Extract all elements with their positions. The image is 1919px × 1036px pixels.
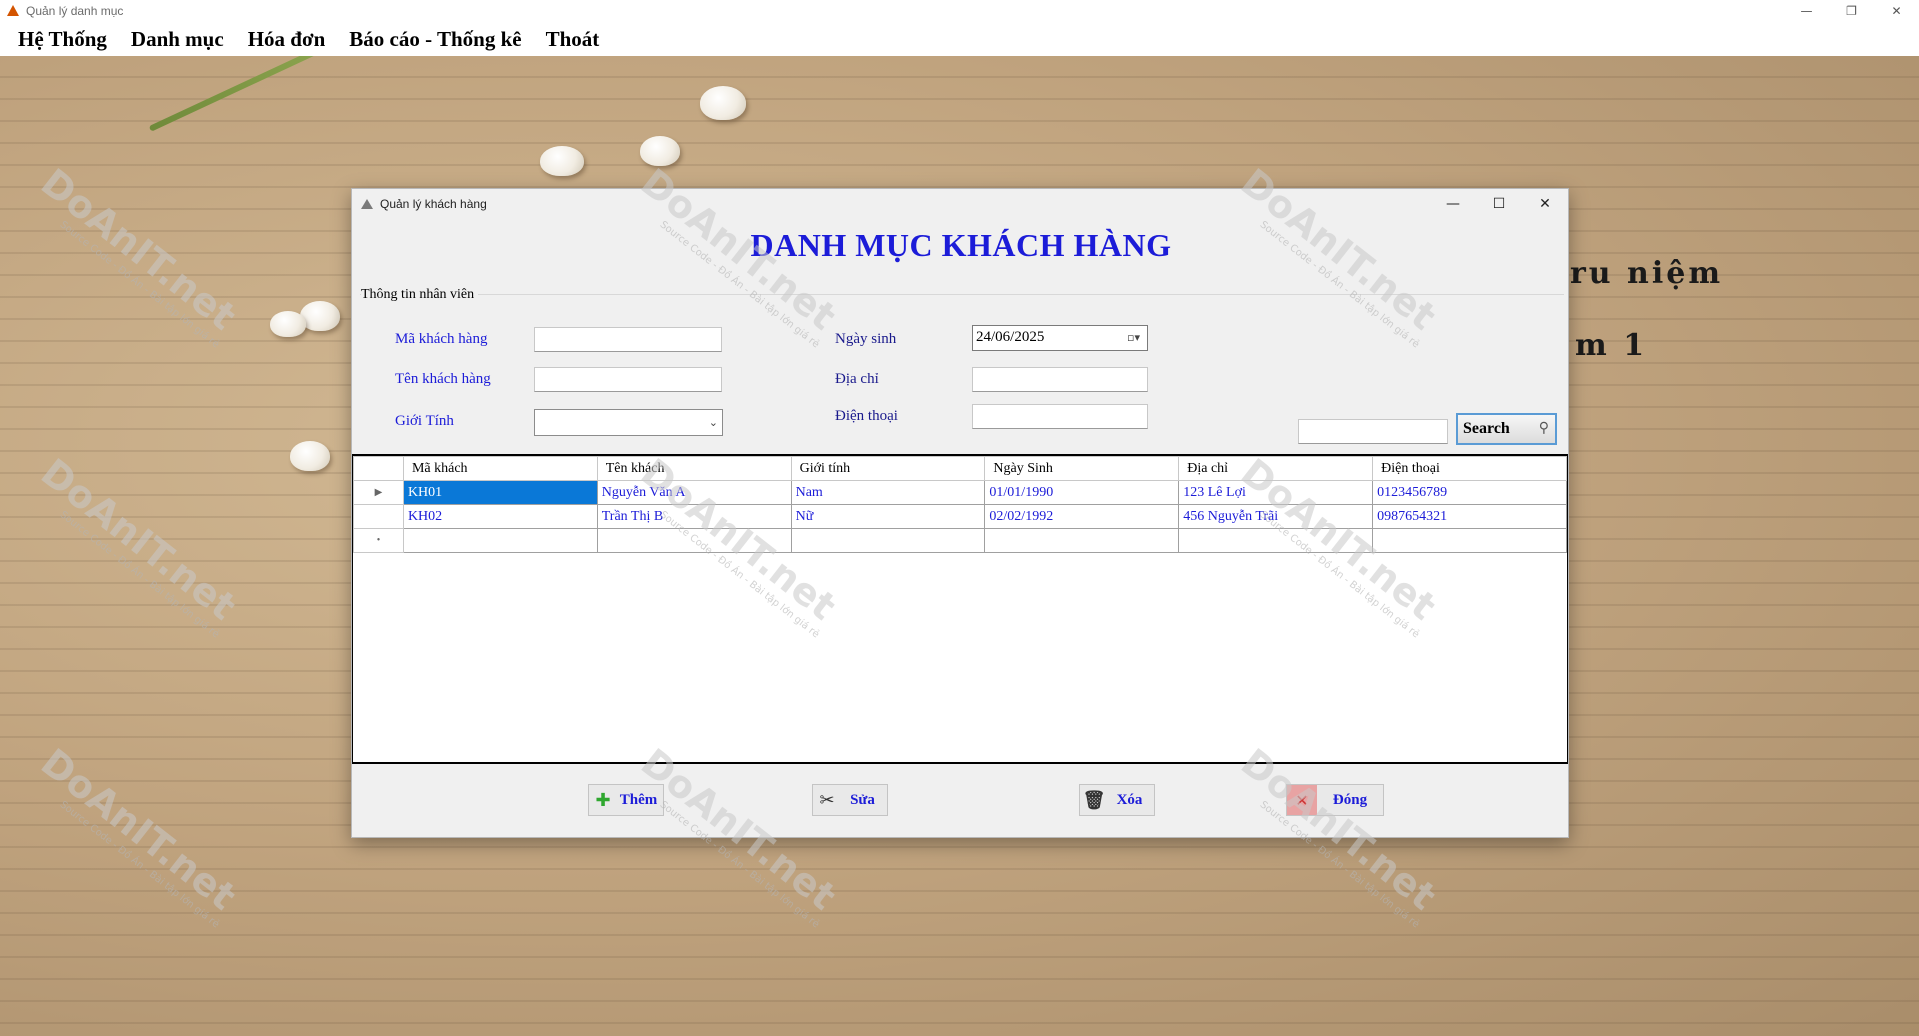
row-header[interactable] — [353, 504, 404, 529]
edit-button-label: Sửa — [850, 791, 875, 808]
minimize-icon[interactable]: — — [1430, 189, 1476, 219]
flower — [290, 441, 330, 471]
customer-grid[interactable]: Mã khách Tên khách Giới tính Ngày Sinh Đ… — [352, 454, 1568, 764]
table-cell[interactable]: KH02 — [402, 504, 598, 529]
table-cell[interactable] — [596, 528, 792, 553]
column-header[interactable]: Địa chỉ — [1178, 456, 1374, 481]
table-cell[interactable] — [1178, 528, 1374, 553]
close-x-icon: ✕ — [1287, 785, 1317, 815]
menu-hoa-don[interactable]: Hóa đơn — [236, 27, 338, 52]
table-cell[interactable]: Nguyễn Văn A — [596, 480, 792, 505]
row-header-corner — [353, 456, 404, 481]
close-button-label: Đóng — [1332, 791, 1368, 808]
column-header[interactable]: Mã khách — [402, 456, 598, 481]
delete-button[interactable]: 🗑 Xóa — [1079, 784, 1155, 816]
table-cell[interactable]: Nam — [790, 480, 986, 505]
group-title: Thông tin nhân viên — [361, 287, 479, 303]
flower — [540, 146, 584, 176]
edit-button[interactable]: ✂ Sửa — [812, 784, 888, 816]
table-cell[interactable]: 456 Nguyễn Trãi — [1178, 504, 1374, 529]
table-cell[interactable] — [790, 528, 986, 553]
table-cell[interactable]: 01/01/1990 — [984, 480, 1180, 505]
flower — [270, 311, 306, 337]
column-header[interactable]: Tên khách — [596, 456, 792, 481]
dialog-window-controls: — ☐ ✕ — [1430, 189, 1568, 219]
chevron-down-icon: ⌄ — [708, 416, 718, 429]
table-cell[interactable] — [402, 528, 598, 553]
trash-icon: 🗑 — [1082, 789, 1106, 811]
dien-thoai-field[interactable] — [972, 404, 1148, 429]
dialog-title: Quản lý khách hàng — [380, 197, 487, 211]
plus-icon: ✚ — [595, 789, 611, 811]
ten-kh-label: Tên khách hàng — [395, 371, 491, 387]
table-cell[interactable]: 02/02/1992 — [984, 504, 1180, 529]
minimize-icon[interactable]: — — [1784, 0, 1829, 22]
maximize-icon[interactable]: ☐ — [1476, 189, 1522, 219]
ngay-sinh-value: 24/06/2025 — [976, 329, 1045, 345]
tools-icon: ✂ — [819, 789, 835, 811]
app-title: Quản lý danh mục — [26, 4, 124, 18]
dia-chi-label: Địa chỉ — [835, 371, 879, 387]
table-cell[interactable] — [1372, 528, 1567, 553]
table-cell[interactable]: 0123456789 — [1372, 480, 1567, 505]
table-row[interactable]: ▶ KH01 Nguyễn Văn A Nam 01/01/1990 123 L… — [353, 480, 1567, 505]
add-button[interactable]: ✚ Thêm — [588, 784, 664, 816]
column-header[interactable]: Giới tính — [790, 456, 986, 481]
customer-table: Mã khách Tên khách Giới tính Ngày Sinh Đ… — [353, 456, 1567, 553]
menu-bao-cao[interactable]: Báo cáo - Thống kê — [337, 27, 533, 52]
flower — [700, 86, 746, 120]
close-icon[interactable]: ✕ — [1522, 189, 1568, 219]
column-header[interactable]: Điện thoại — [1372, 456, 1567, 481]
table-cell[interactable]: Nữ — [790, 504, 986, 529]
gioi-tinh-label: Giới Tính — [395, 413, 454, 429]
search-icon: ⚲ — [1538, 420, 1549, 436]
dia-chi-field[interactable] — [972, 367, 1148, 392]
gioi-tinh-select[interactable]: ⌄ — [534, 409, 723, 436]
menu-danh-muc[interactable]: Danh mục — [119, 27, 236, 52]
table-cell[interactable]: 123 Lê Lợi — [1178, 480, 1374, 505]
background-text: ru niệm — [1570, 256, 1724, 291]
ngay-sinh-picker[interactable]: 24/06/2025 ▫▾ — [972, 325, 1148, 351]
app-titlebar: Quản lý danh mục — ❐ ✕ — [0, 0, 1919, 22]
table-cell[interactable]: KH01 — [402, 480, 598, 505]
new-row-indicator[interactable]: • — [353, 528, 404, 553]
dien-thoai-label: Điện thoại — [835, 408, 898, 424]
close-icon[interactable]: ✕ — [1874, 0, 1919, 22]
table-cell[interactable]: Trần Thị B — [596, 504, 792, 529]
ngay-sinh-label: Ngày sinh — [835, 331, 897, 347]
search-button[interactable]: Search ⚲ — [1456, 413, 1557, 445]
table-row[interactable]: KH02 Trần Thị B Nữ 02/02/1992 456 Nguyễn… — [353, 504, 1567, 529]
background-text: m 1 — [1575, 328, 1648, 363]
calendar-dropdown-icon[interactable]: ▫▾ — [1127, 331, 1143, 345]
table-header-row: Mã khách Tên khách Giới tính Ngày Sinh Đ… — [353, 456, 1567, 481]
ma-kh-field[interactable] — [534, 327, 722, 352]
dialog-app-icon — [360, 197, 374, 211]
menu-thoat[interactable]: Thoát — [534, 27, 612, 52]
customer-dialog: Quản lý khách hàng — ☐ ✕ DANH MỤC KHÁCH … — [351, 188, 1569, 838]
restore-icon[interactable]: ❐ — [1829, 0, 1874, 22]
search-button-label: Search — [1463, 420, 1510, 437]
flower — [640, 136, 680, 166]
delete-button-label: Xóa — [1116, 791, 1143, 808]
ma-kh-label: Mã khách hàng — [395, 331, 488, 347]
flower — [300, 301, 340, 331]
current-row-indicator[interactable]: ▶ — [353, 480, 404, 505]
window-controls: — ❐ ✕ — [1784, 0, 1919, 22]
app-logo-icon — [6, 4, 20, 18]
info-groupbox — [360, 294, 1564, 295]
menubar: Hệ Thống Danh mục Hóa đơn Báo cáo - Thốn… — [0, 22, 1919, 56]
add-button-label: Thêm — [619, 791, 658, 808]
ten-kh-field[interactable] — [534, 367, 722, 392]
column-header[interactable]: Ngày Sinh — [984, 456, 1180, 481]
dialog-titlebar: Quản lý khách hàng — ☐ ✕ — [352, 189, 1568, 219]
search-input[interactable] — [1298, 419, 1448, 444]
page-title: DANH MỤC KHÁCH HÀNG — [750, 227, 1172, 263]
menu-he-thong[interactable]: Hệ Thống — [6, 27, 119, 52]
table-new-row[interactable]: • — [353, 528, 1567, 553]
close-button[interactable]: ✕ Đóng — [1286, 784, 1384, 816]
table-cell[interactable]: 0987654321 — [1372, 504, 1567, 529]
table-cell[interactable] — [984, 528, 1180, 553]
